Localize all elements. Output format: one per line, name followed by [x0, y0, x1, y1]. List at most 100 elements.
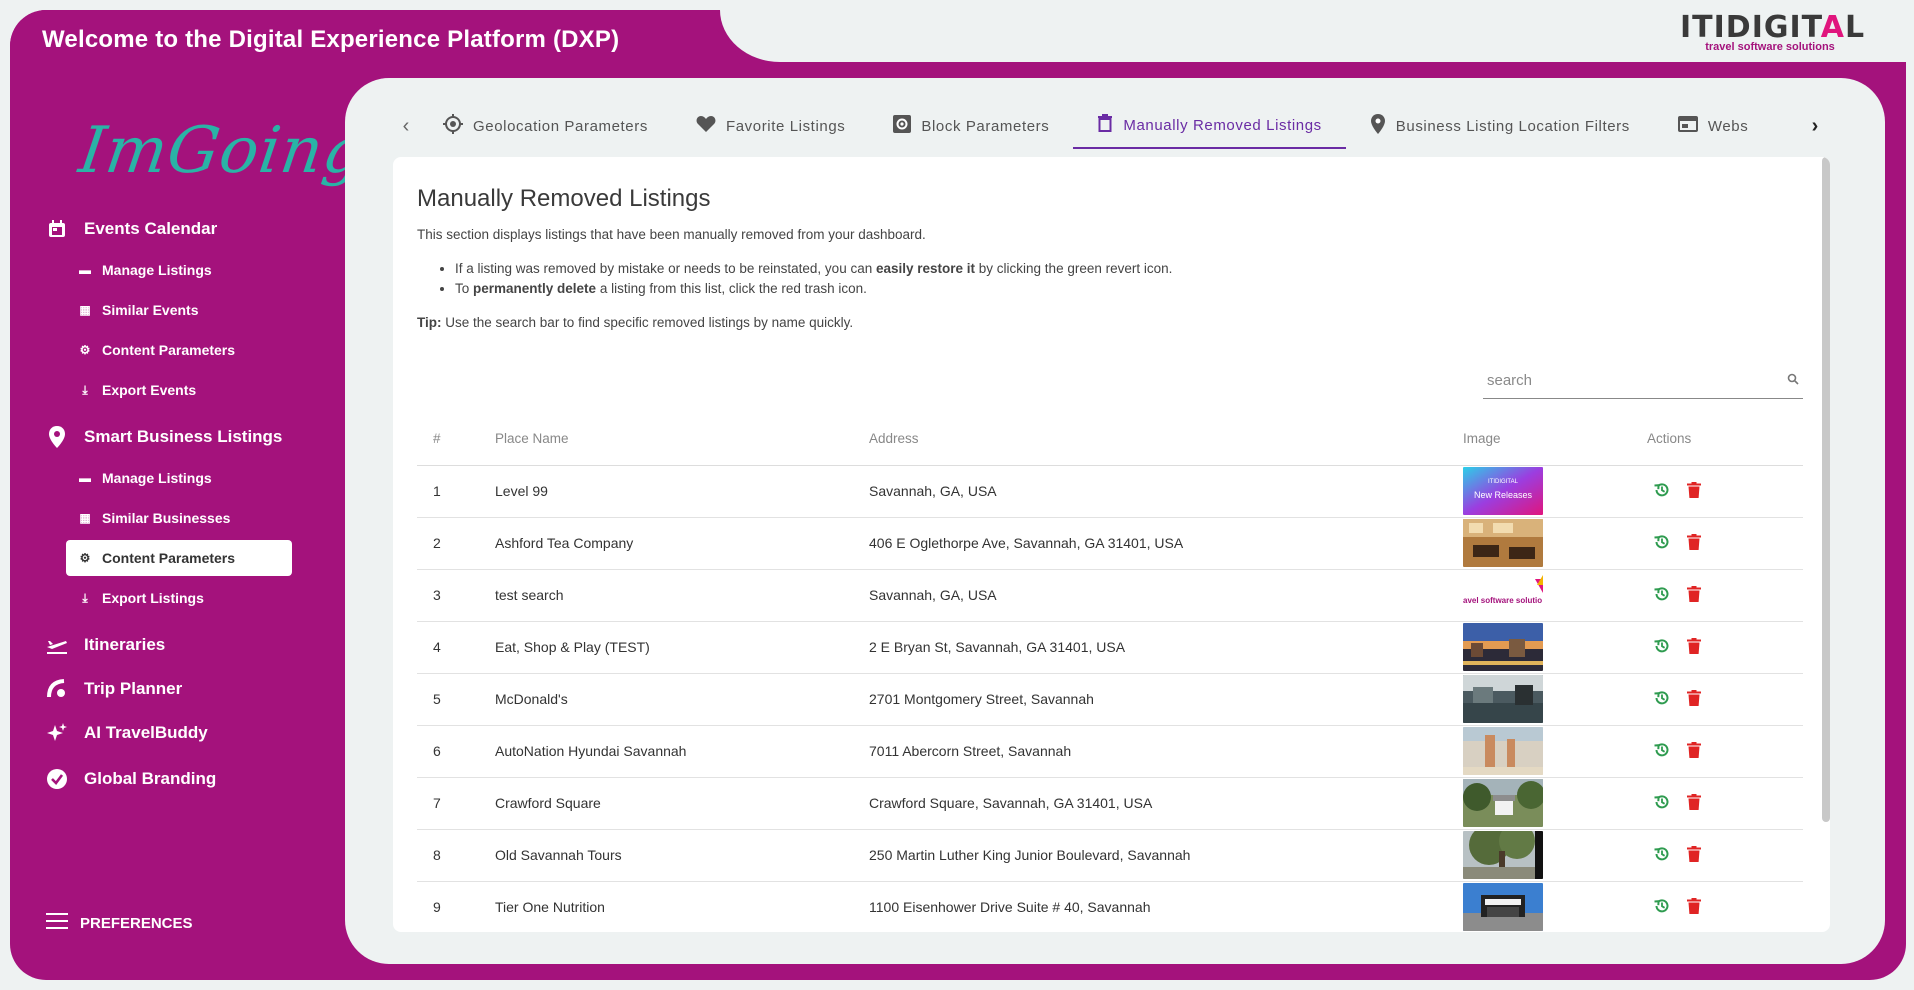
sidebar-item-export-listings[interactable]: ⤓ Export Listings	[66, 580, 292, 616]
imgoing-logo: ImGoing	[74, 114, 371, 188]
row-action-group	[1647, 637, 1701, 655]
tab-manually-removed-listings[interactable]: Manually Removed Listings	[1073, 103, 1346, 149]
restore-button[interactable]	[1653, 741, 1671, 759]
tab-website[interactable]: Webs	[1654, 103, 1772, 149]
row-address: Savannah, GA, USA	[869, 465, 1463, 518]
row-actions	[1647, 673, 1803, 726]
sidebar-item-events-manage-listings[interactable]: ▬ Manage Listings	[66, 252, 292, 288]
row-action-group	[1647, 897, 1701, 915]
page-title: Welcome to the Digital Experience Platfo…	[42, 26, 620, 53]
restore-history-icon	[1653, 845, 1671, 863]
tabs-scroll-right-button[interactable]: ›	[1802, 106, 1828, 146]
sidebar-group-label: Itineraries	[84, 635, 166, 654]
delete-button[interactable]	[1687, 845, 1701, 862]
sidebar-item-business-manage-listings[interactable]: ▬ Manage Listings	[66, 460, 292, 496]
sidebar-group-ai-travelbuddy[interactable]: AI TravelBuddy	[46, 722, 208, 744]
table-row: 1 Level 99 Savannah, GA, USA ITIDIGITAL N…	[417, 465, 1803, 518]
removed-listings-table: # Place Name Address Image Actions 1 Lev…	[417, 413, 1803, 932]
row-place-name: Ashford Tea Company	[495, 517, 869, 570]
restore-button[interactable]	[1653, 689, 1671, 707]
restore-button[interactable]	[1653, 533, 1671, 551]
scrollbar[interactable]	[1822, 157, 1830, 822]
sidebar-group-itineraries[interactable]: Itineraries	[46, 634, 165, 656]
restore-button[interactable]	[1653, 845, 1671, 863]
delete-button[interactable]	[1687, 793, 1701, 810]
tab-geolocation-parameters[interactable]: Geolocation Parameters	[419, 103, 672, 149]
row-actions	[1647, 517, 1803, 570]
restore-button[interactable]	[1653, 637, 1671, 655]
search-input[interactable]	[1487, 372, 1747, 389]
restore-button[interactable]	[1653, 585, 1671, 603]
trash-icon	[1687, 637, 1701, 654]
sidebar-item-export-events[interactable]: ⤓ Export Events	[66, 372, 292, 408]
row-place-name: test search	[495, 569, 869, 622]
search-icon[interactable]	[1787, 372, 1799, 390]
row-number: 9	[417, 881, 495, 932]
preferences-button[interactable]: PREFERENCES	[46, 912, 193, 934]
calendar-icon	[46, 218, 68, 240]
row-number: 8	[417, 829, 495, 882]
delete-button[interactable]	[1687, 585, 1701, 602]
restore-history-icon	[1653, 793, 1671, 811]
sidebar-item-similar-businesses[interactable]: ▦ Similar Businesses	[66, 500, 292, 536]
tab-favorite-listings[interactable]: Favorite Listings	[672, 103, 869, 149]
restore-history-icon	[1653, 481, 1671, 499]
trash-icon	[1687, 585, 1701, 602]
listing-thumbnail	[1463, 883, 1647, 931]
row-address: 406 E Oglethorpe Ave, Savannah, GA 31401…	[869, 517, 1463, 570]
delete-button[interactable]	[1687, 689, 1701, 706]
tab-business-listing-location-filters[interactable]: Business Listing Location Filters	[1346, 103, 1654, 149]
restore-button[interactable]	[1653, 897, 1671, 915]
sidebar-group-trip-planner[interactable]: Trip Planner	[46, 678, 182, 700]
row-address: Savannah, GA, USA	[869, 569, 1463, 622]
row-place-name: Level 99	[495, 465, 869, 518]
row-image-cell: avel software solutio	[1463, 569, 1647, 622]
sidebar-item-label: Content Parameters	[102, 550, 236, 566]
tabs-scroll-left-button[interactable]: ‹	[393, 106, 419, 146]
table-row: 6 AutoNation Hyundai Savannah 7011 Aberc…	[417, 725, 1803, 778]
list-icon: ▬	[79, 263, 91, 277]
restore-history-icon	[1653, 689, 1671, 707]
planner-icon	[46, 678, 68, 700]
row-number: 4	[417, 621, 495, 674]
restore-button[interactable]	[1653, 793, 1671, 811]
svg-text:avel software solutio: avel software solutio	[1463, 596, 1542, 605]
row-image-cell	[1463, 517, 1647, 570]
row-image-cell	[1463, 621, 1647, 674]
listing-thumbnail	[1463, 727, 1647, 775]
row-address: 250 Martin Luther King Junior Boulevard,…	[869, 829, 1463, 882]
sidebar-item-similar-events[interactable]: ▦ Similar Events	[66, 292, 292, 328]
sidebar-group-label: Events Calendar	[84, 219, 218, 238]
tab-block-parameters[interactable]: Block Parameters	[869, 103, 1073, 149]
row-actions	[1647, 725, 1803, 778]
restore-history-icon	[1653, 637, 1671, 655]
download-icon: ⤓	[82, 382, 88, 397]
delete-button[interactable]	[1687, 533, 1701, 550]
row-number: 6	[417, 725, 495, 778]
listing-thumbnail: ITIDIGITAL New Releases	[1463, 467, 1647, 515]
row-address: Crawford Square, Savannah, GA 31401, USA	[869, 777, 1463, 830]
delete-button[interactable]	[1687, 637, 1701, 654]
row-place-name: Tier One Nutrition	[495, 881, 869, 932]
delete-button[interactable]	[1687, 897, 1701, 914]
delete-button[interactable]	[1687, 481, 1701, 498]
sidebar-item-label: Export Listings	[102, 590, 204, 606]
sidebar-group-global-branding[interactable]: Global Branding	[46, 768, 216, 790]
row-action-group	[1647, 689, 1701, 707]
listing-thumbnail	[1463, 779, 1647, 827]
delete-button[interactable]	[1687, 741, 1701, 758]
table-body: 1 Level 99 Savannah, GA, USA ITIDIGITAL N…	[417, 465, 1803, 932]
sidebar-item-label: Content Parameters	[102, 342, 236, 358]
sidebar-group-smart-business-listings[interactable]: Smart Business Listings	[46, 426, 282, 448]
column-header-image: Image	[1463, 413, 1647, 466]
sidebar-group-events-calendar[interactable]: Events Calendar	[46, 218, 217, 240]
row-action-group	[1647, 585, 1701, 603]
list-icon: ▬	[79, 471, 91, 485]
sidebar-item-business-content-parameters[interactable]: ⚙ Content Parameters	[66, 540, 292, 576]
restore-button[interactable]	[1653, 481, 1671, 499]
sidebar-item-events-content-parameters[interactable]: ⚙ Content Parameters	[66, 332, 292, 368]
instruction-delete: To permanently delete a listing from thi…	[455, 279, 1172, 299]
instruction-restore: If a listing was removed by mistake or n…	[455, 259, 1172, 279]
instructions-list: If a listing was removed by mistake or n…	[455, 259, 1172, 299]
column-header-address: Address	[869, 413, 1463, 466]
